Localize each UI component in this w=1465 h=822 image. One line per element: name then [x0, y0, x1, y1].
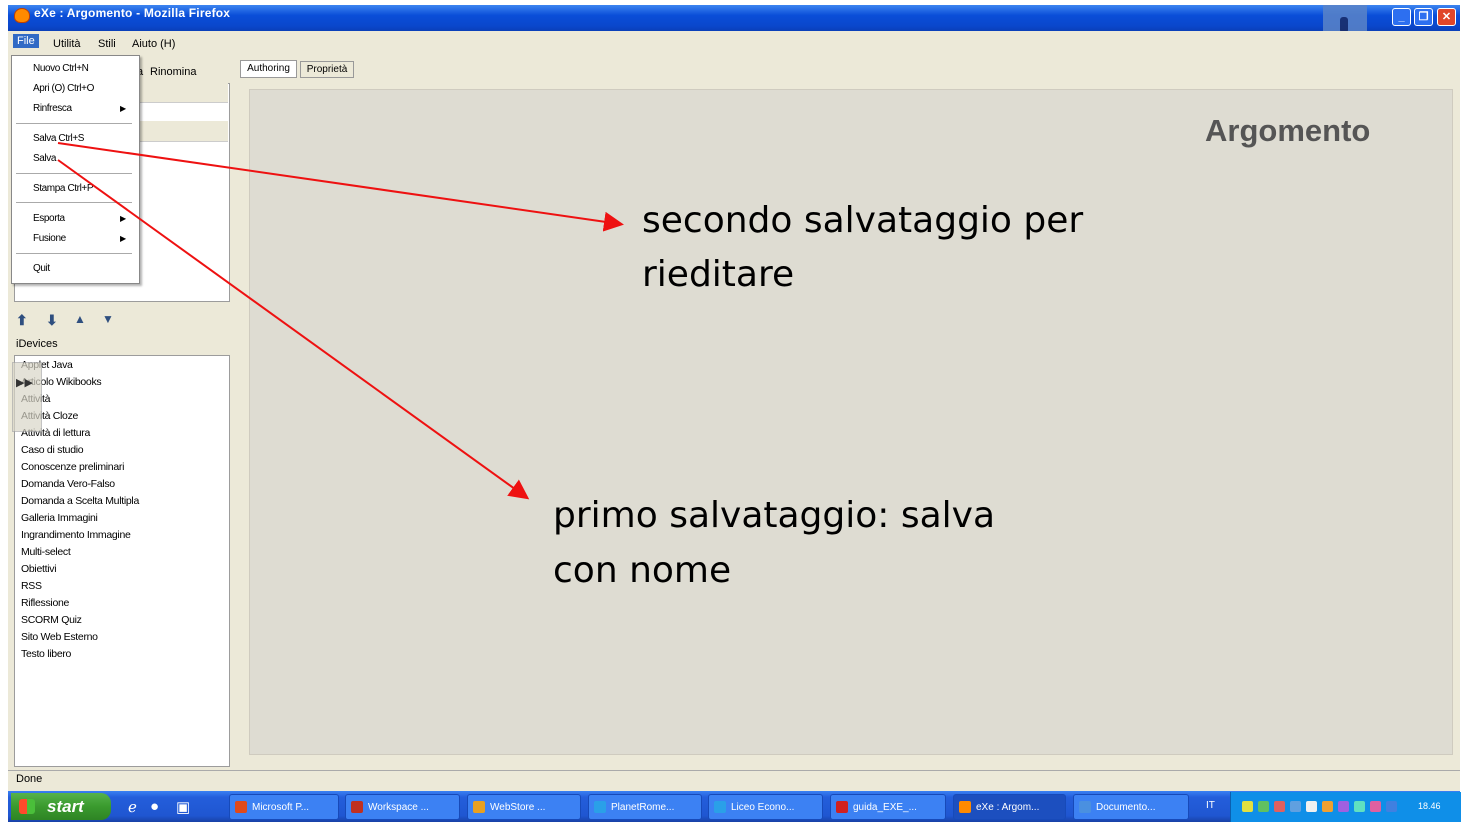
- tray-icon[interactable]: [1386, 801, 1397, 812]
- taskbar-task[interactable]: Microsoft P...: [229, 794, 339, 820]
- arrow-to-salva-con-nome: [57, 159, 530, 500]
- taskbar-task[interactable]: Liceo Econo...: [708, 794, 823, 820]
- task-app-icon: [594, 801, 606, 813]
- task-app-icon: [836, 801, 848, 813]
- tray-icon[interactable]: [1338, 801, 1349, 812]
- arrow-to-salva: [57, 142, 624, 232]
- task-app-icon: [714, 801, 726, 813]
- tray-icon[interactable]: [1290, 801, 1301, 812]
- task-app-icon: [473, 801, 485, 813]
- task-app-icon: [959, 801, 971, 813]
- annotation-arrows: [57, 142, 624, 500]
- tray-icon[interactable]: [1306, 801, 1317, 812]
- chrome-quicklaunch-icon[interactable]: ●: [150, 798, 159, 815]
- task-label: WebStore ...: [490, 802, 546, 813]
- task-label: PlanetRome...: [611, 802, 675, 813]
- language-indicator[interactable]: IT: [1206, 800, 1215, 811]
- ie-quicklaunch-icon[interactable]: ℯ: [128, 798, 137, 816]
- tray-icon[interactable]: [1354, 801, 1365, 812]
- tray-icon[interactable]: [1370, 801, 1381, 812]
- task-app-icon: [1079, 801, 1091, 813]
- windows-logo-icon: [19, 799, 35, 814]
- taskbar-task[interactable]: guida_EXE_...: [830, 794, 946, 820]
- taskbar-task[interactable]: WebStore ...: [467, 794, 581, 820]
- taskbar-task[interactable]: eXe : Argom...: [953, 794, 1066, 820]
- task-label: guida_EXE_...: [853, 802, 917, 813]
- task-label: Microsoft P...: [252, 802, 310, 813]
- taskbar-task[interactable]: Workspace ...: [345, 794, 460, 820]
- task-label: Workspace ...: [368, 802, 429, 813]
- task-app-icon: [235, 801, 247, 813]
- task-label: Liceo Econo...: [731, 802, 795, 813]
- tray-icon[interactable]: [1258, 801, 1269, 812]
- task-label: Documento...: [1096, 802, 1156, 813]
- taskbar-task[interactable]: PlanetRome...: [588, 794, 702, 820]
- clock: 18.46: [1418, 801, 1441, 811]
- tray-icon[interactable]: [1274, 801, 1285, 812]
- task-label: eXe : Argom...: [976, 802, 1040, 813]
- tray-icon[interactable]: [1242, 801, 1253, 812]
- task-app-icon: [351, 801, 363, 813]
- taskbar-task[interactable]: Documento...: [1073, 794, 1189, 820]
- tray-icon[interactable]: [1322, 801, 1333, 812]
- folder-quicklaunch-icon[interactable]: ▣: [176, 798, 190, 816]
